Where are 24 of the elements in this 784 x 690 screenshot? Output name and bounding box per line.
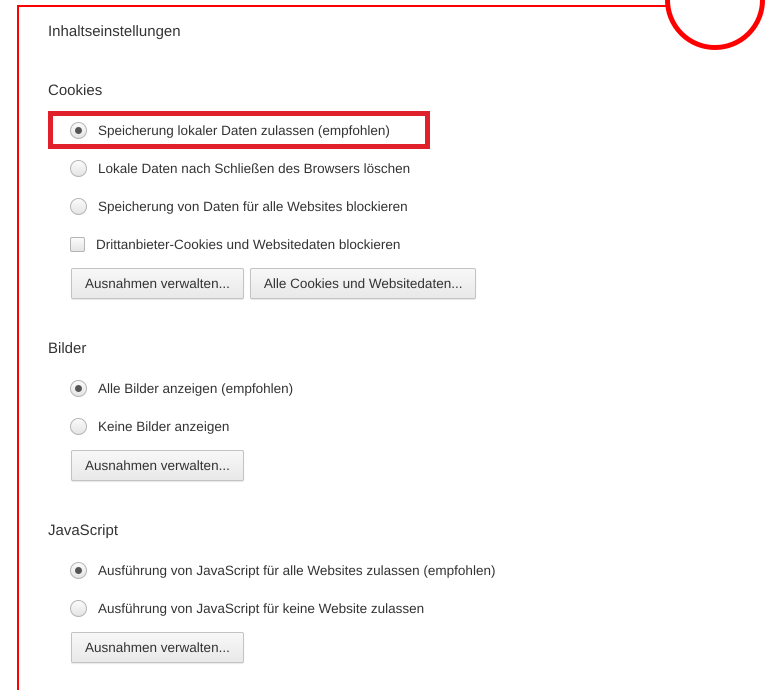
option-label: Drittanbieter-Cookies und Websitedaten blockieren bbox=[96, 236, 400, 252]
radio-button[interactable] bbox=[70, 380, 87, 396]
settings-button[interactable]: Ausnahmen verwalten... bbox=[71, 632, 244, 663]
radio-button[interactable] bbox=[70, 418, 87, 434]
radio-button[interactable] bbox=[70, 600, 87, 616]
option-label: Speicherung lokaler Daten zulassen (empfohlen) bbox=[98, 122, 390, 138]
section-heading: Bilder bbox=[48, 339, 88, 359]
option-label: Lokale Daten nach Schließen des Browsers löschen bbox=[98, 160, 410, 176]
option-label: Ausführung von JavaScript für alle Websites zulassen (empfohlen) bbox=[98, 562, 496, 578]
option-label: Alle Bilder anzeigen (empfohlen) bbox=[98, 380, 294, 396]
option-label: Ausführung von JavaScript für keine Website zulassen bbox=[98, 600, 424, 616]
page-title: Inhaltseinstellungen bbox=[48, 22, 182, 42]
radio-button[interactable] bbox=[70, 562, 87, 578]
settings-button[interactable]: Ausnahmen verwalten... bbox=[71, 450, 244, 481]
radio-button[interactable] bbox=[70, 122, 87, 138]
section-heading: Cookies bbox=[48, 81, 104, 101]
option-label: Speicherung von Daten für alle Websites blockieren bbox=[98, 198, 408, 214]
checkbox[interactable] bbox=[70, 236, 85, 252]
settings-button[interactable]: Alle Cookies und Websitedaten... bbox=[250, 268, 476, 299]
option-label: Keine Bilder anzeigen bbox=[98, 418, 230, 434]
section-heading: JavaScript bbox=[48, 521, 120, 541]
settings-button[interactable]: Ausnahmen verwalten... bbox=[71, 268, 244, 299]
radio-button[interactable] bbox=[70, 160, 87, 176]
radio-button[interactable] bbox=[70, 198, 87, 214]
